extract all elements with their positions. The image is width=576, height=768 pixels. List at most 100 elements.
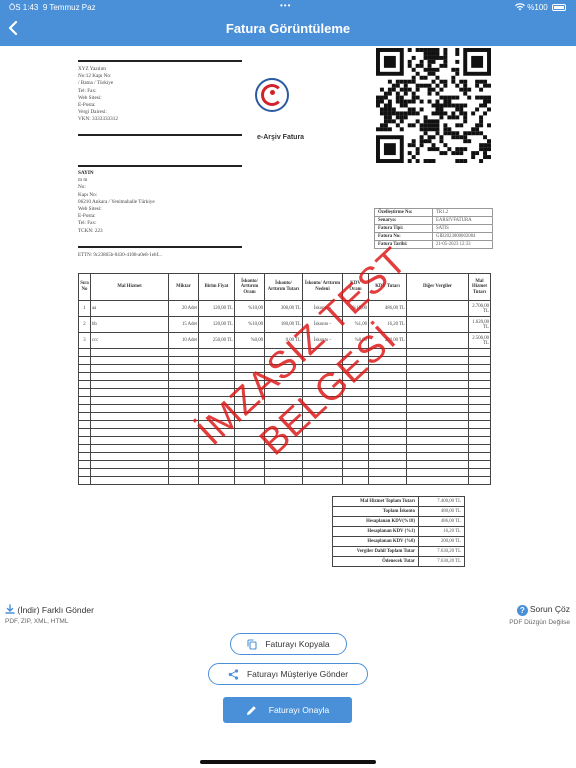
qr-module xyxy=(487,123,491,128)
download-title: (İndir) Farklı Gönder xyxy=(17,605,94,615)
table-cell: 20 Adet xyxy=(168,300,199,317)
table-cell: İskonto - xyxy=(302,332,343,349)
copy-icon xyxy=(247,638,257,650)
qr-module xyxy=(435,127,440,132)
totals-table: Mal Hizmet Toplam Tutarı 7.400,00 TL Topla… xyxy=(332,496,465,567)
qr-module xyxy=(427,71,432,76)
send-to-customer-button[interactable]: Faturayı Müşteriye Gönder xyxy=(208,663,368,685)
qr-module xyxy=(479,87,484,92)
empty-cell xyxy=(198,404,235,413)
qr-module xyxy=(423,123,428,128)
qr-module xyxy=(419,48,424,52)
total-key: Hesaplanan KDV(%18) xyxy=(332,516,419,527)
logo-text: e-Arşiv Fatura xyxy=(257,134,305,141)
qr-module xyxy=(479,79,484,84)
qr-module xyxy=(467,139,472,144)
empty-cell xyxy=(406,388,469,397)
total-key: Hesaplanan KDV (%8) xyxy=(332,536,419,547)
copy-invoice-button[interactable]: Faturayı Kopyala xyxy=(230,633,347,655)
qr-module xyxy=(431,135,436,140)
qr-module xyxy=(431,51,436,56)
empty-cell xyxy=(78,404,91,413)
qr-module xyxy=(391,87,396,92)
qr-module xyxy=(475,151,480,156)
total-key: Ödenecek Tutar xyxy=(332,556,419,567)
info-key: Senaryo: xyxy=(374,216,433,225)
qr-module xyxy=(427,135,432,140)
invoice-document[interactable]: XYZ Yazılım No:12 Kapı No: / Batna / Türki… xyxy=(60,48,520,573)
qr-module xyxy=(455,147,460,152)
qr-module xyxy=(407,59,412,64)
empty-cell xyxy=(342,436,369,445)
empty-cell xyxy=(90,468,169,477)
qr-module xyxy=(435,75,440,80)
qr-module xyxy=(379,99,384,104)
empty-cell xyxy=(406,452,469,461)
empty-cell xyxy=(78,348,91,357)
info-row: Fatura No: GIB2023000002084 xyxy=(374,232,493,241)
qr-module xyxy=(379,123,384,128)
empty-cell xyxy=(406,476,469,485)
info-key: Fatura No: xyxy=(374,232,433,241)
qr-module xyxy=(407,123,412,128)
empty-cell xyxy=(198,436,235,445)
table-cell: 486,00 TL xyxy=(368,300,407,317)
empty-row xyxy=(78,348,491,357)
approve-invoice-button[interactable]: Faturayı Onayla xyxy=(223,697,352,723)
qr-module xyxy=(435,131,440,136)
info-value: TR1.2 xyxy=(432,208,493,217)
qr-module xyxy=(427,55,432,60)
qr-module xyxy=(399,87,404,92)
qr-module xyxy=(431,147,436,152)
qr-module xyxy=(483,135,488,140)
empty-cell xyxy=(234,460,265,469)
qr-module xyxy=(459,135,464,140)
qr-code-icon xyxy=(376,48,491,163)
empty-cell xyxy=(302,404,343,413)
qr-module xyxy=(383,95,388,100)
qr-module xyxy=(423,119,428,124)
qr-module xyxy=(439,107,444,112)
empty-cell xyxy=(168,380,199,389)
info-key: Özelleştirme No: xyxy=(374,208,433,217)
qr-module xyxy=(415,119,420,124)
qr-module xyxy=(407,111,412,116)
qr-module xyxy=(455,135,460,140)
table-cell: %0,00 xyxy=(234,332,265,349)
empty-cell xyxy=(78,396,91,405)
download-send-action[interactable]: (İndir) Farklı Gönder PDF, ZIP, XML, HTM… xyxy=(5,604,94,625)
qr-module xyxy=(399,103,404,108)
empty-cell xyxy=(78,428,91,437)
qr-module xyxy=(403,87,408,92)
help-subtitle: PDF Düzgün Değilse xyxy=(509,619,570,626)
qr-module xyxy=(431,123,436,128)
qr-module xyxy=(487,83,491,88)
table-row: 3 ccc 10 Adet 250,00 TL %0,00 0,00 TL İskonto … xyxy=(78,332,491,349)
empty-cell xyxy=(406,396,469,405)
empty-cell xyxy=(468,380,491,389)
empty-cell xyxy=(90,388,169,397)
qr-module xyxy=(459,79,464,84)
qr-module xyxy=(391,107,396,112)
qr-module xyxy=(427,139,432,144)
empty-cell xyxy=(264,388,303,397)
qr-module xyxy=(411,107,416,112)
empty-cell xyxy=(234,356,265,365)
table-cell: 200,00 TL xyxy=(368,332,407,349)
qr-module xyxy=(455,59,460,64)
qr-module xyxy=(455,107,460,112)
empty-cell xyxy=(264,412,303,421)
qr-module xyxy=(379,87,384,92)
qr-module xyxy=(431,79,436,84)
home-indicator[interactable] xyxy=(200,760,376,764)
qr-module xyxy=(391,119,396,124)
total-value: 16,20 TL xyxy=(418,526,465,537)
empty-cell xyxy=(78,436,91,445)
qr-module xyxy=(423,131,428,136)
help-title: Sorun Çöz xyxy=(529,604,570,614)
qr-module xyxy=(395,79,400,84)
wifi-icon xyxy=(515,3,526,11)
qr-module xyxy=(427,159,432,163)
troubleshoot-action[interactable]: ? Sorun Çöz PDF Düzgün Değilse xyxy=(509,604,570,626)
multitasking-dots-icon[interactable]: ••• xyxy=(280,1,291,10)
